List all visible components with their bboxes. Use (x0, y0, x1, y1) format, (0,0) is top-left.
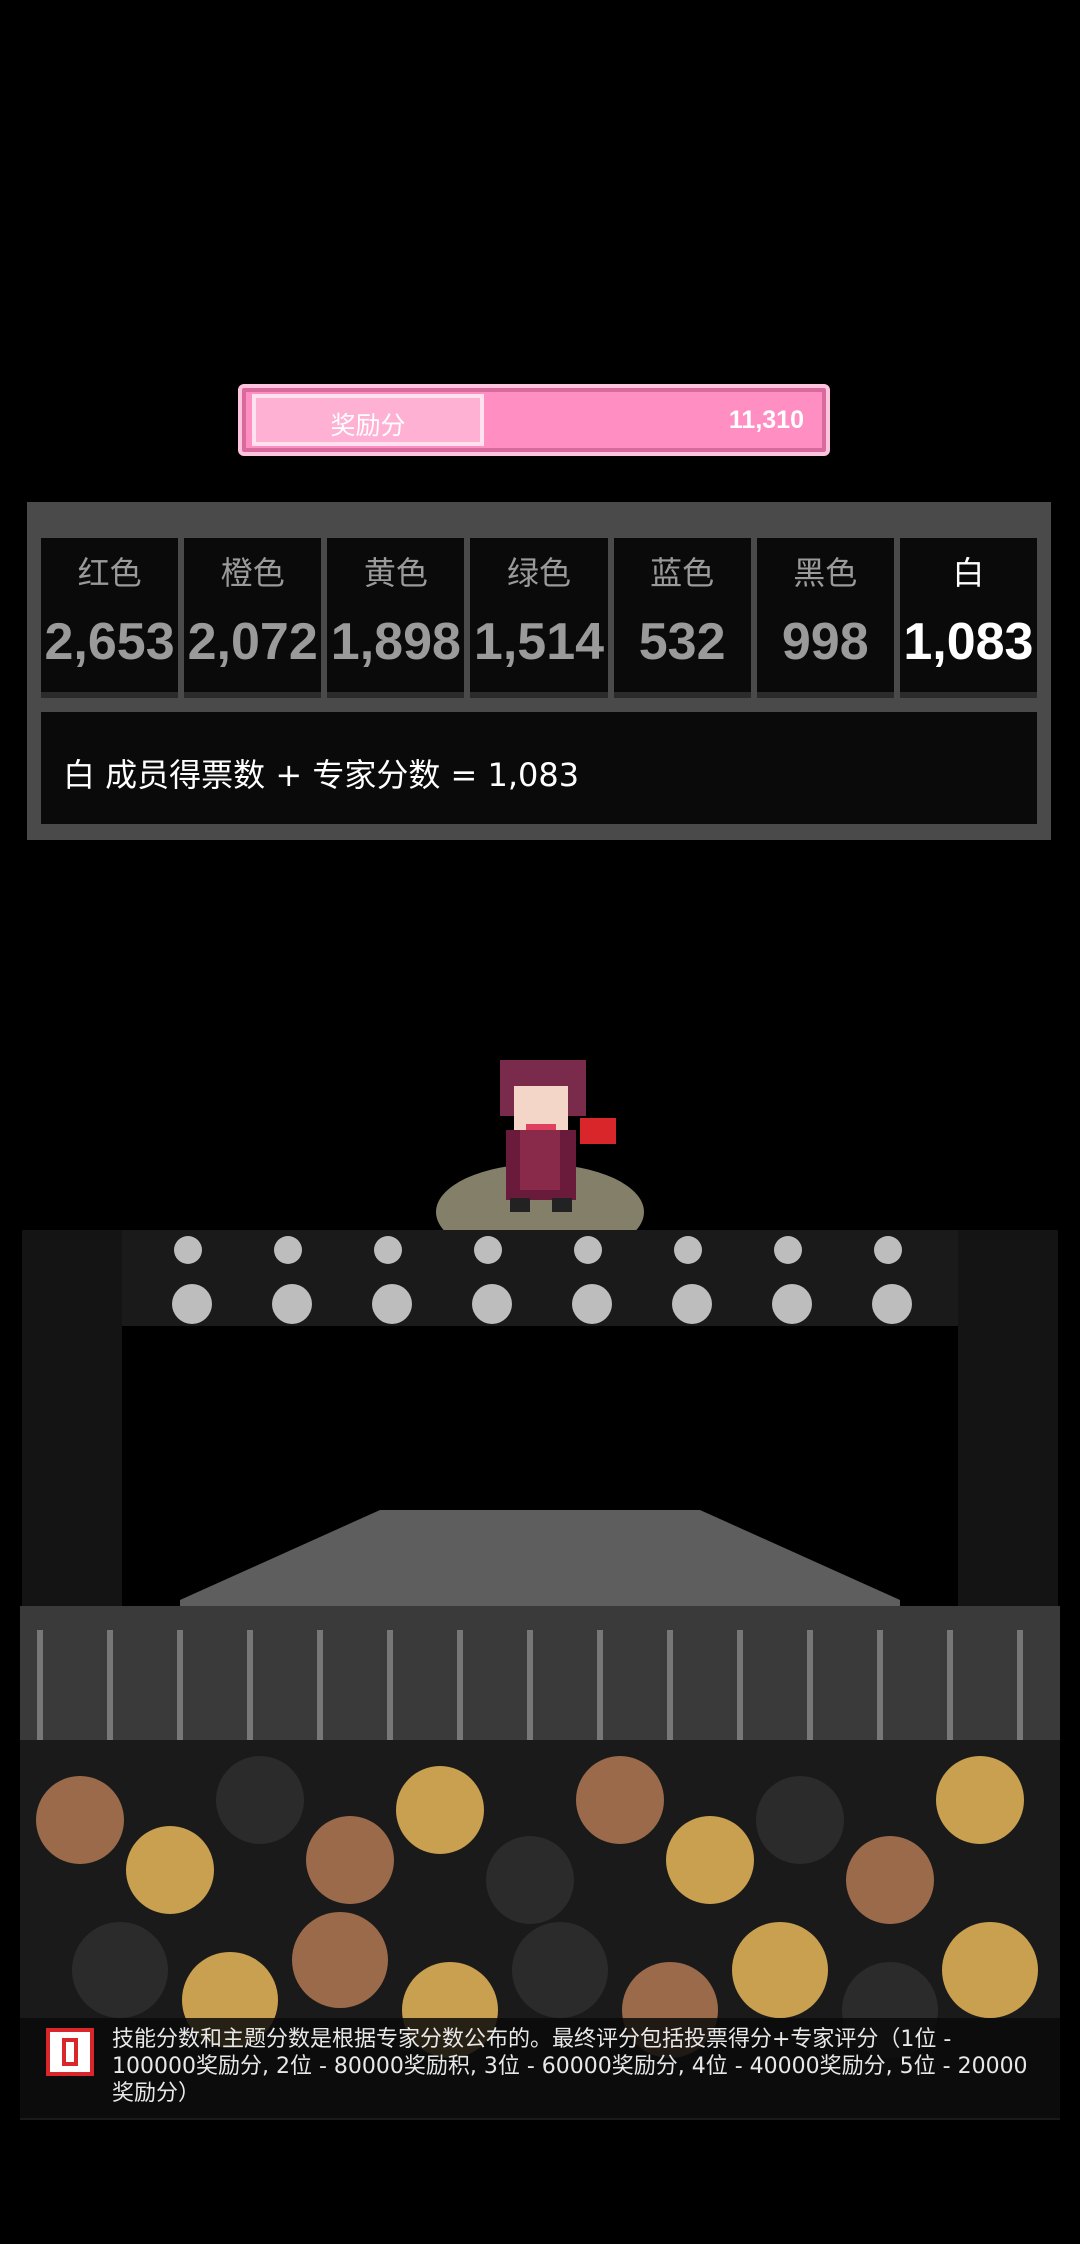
score-name: 红色 (77, 554, 142, 592)
score-panel: 红色 2,653 橙色 2,072 黄色 1,898 绿色 1,514 蓝色 5… (27, 502, 1051, 840)
score-cell-red: 红色 2,653 (41, 538, 179, 698)
score-cell-orange: 橙色 2,072 (184, 538, 322, 698)
barrier-fence (20, 1606, 1060, 1756)
tip-text: 技能分数和主题分数是根据专家分数公布的。最终评分包括投票得分+专家评分（1位 -… (112, 2027, 1028, 2106)
score-value: 998 (781, 613, 869, 671)
score-value: 2,072 (187, 613, 318, 671)
left-tower (22, 1230, 122, 1670)
score-value: 2,653 (44, 613, 175, 671)
score-name: 黑色 (793, 554, 858, 592)
stage-scene (20, 1060, 1060, 2120)
score-cell-blue: 蓝色 532 (613, 538, 751, 698)
score-cell-black: 黑色 998 (756, 538, 894, 698)
score-value: 1,514 (473, 613, 605, 671)
lighting-truss (90, 1230, 990, 1326)
bonus-label-box: 奖励分 (252, 394, 484, 446)
score-summary-text: 白 成员得票数 + 专家分数 = 1,083 (63, 756, 580, 794)
score-name: 绿色 (506, 554, 571, 592)
right-tower (958, 1230, 1058, 1670)
score-value: 1,083 (903, 613, 1034, 671)
megaphone-icon (580, 1118, 616, 1144)
score-value: 1,898 (330, 613, 461, 671)
bonus-bar: 奖励分 11,310 (238, 384, 830, 456)
score-value: 532 (638, 613, 726, 671)
score-grid: 红色 2,653 橙色 2,072 黄色 1,898 绿色 1,514 蓝色 5… (41, 538, 1037, 698)
score-name: 蓝色 (650, 554, 715, 592)
info-icon (46, 2028, 94, 2076)
tip-banner: 技能分数和主题分数是根据专家分数公布的。最终评分包括投票得分+专家评分（1位 -… (20, 2018, 1060, 2118)
bonus-value: 11,310 (728, 406, 804, 434)
score-name: 橙色 (220, 554, 285, 592)
score-summary: 白 成员得票数 + 专家分数 = 1,083 (41, 712, 1037, 824)
score-name: 白 (952, 554, 985, 592)
score-name: 黄色 (363, 554, 428, 592)
bonus-label: 奖励分 (330, 411, 406, 440)
score-cell-white: 白 1,083 (899, 538, 1037, 698)
score-cell-yellow: 黄色 1,898 (327, 538, 465, 698)
score-cell-green: 绿色 1,514 (470, 538, 608, 698)
